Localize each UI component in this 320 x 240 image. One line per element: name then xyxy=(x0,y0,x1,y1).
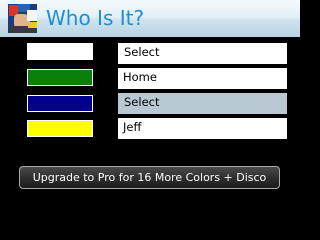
contact-select-blue[interactable]: Select xyxy=(118,93,287,114)
contact-select-white[interactable]: Select xyxy=(118,43,287,64)
app-logo-icon xyxy=(8,4,37,33)
color-swatch-white xyxy=(27,43,93,60)
app-title: Who Is It? xyxy=(46,6,145,30)
contact-input-green[interactable]: Home xyxy=(118,68,287,89)
color-swatch-yellow xyxy=(27,120,93,137)
color-swatch-green xyxy=(27,69,93,86)
contact-input-yellow[interactable]: Jeff xyxy=(118,118,287,139)
app-screen: Who Is It? Select Home Select Jeff Upgra… xyxy=(0,0,300,225)
color-swatch-blue xyxy=(27,95,93,112)
upgrade-to-pro-button[interactable]: Upgrade to Pro for 16 More Colors + Disc… xyxy=(19,166,280,189)
title-bar: Who Is It? xyxy=(0,0,300,37)
